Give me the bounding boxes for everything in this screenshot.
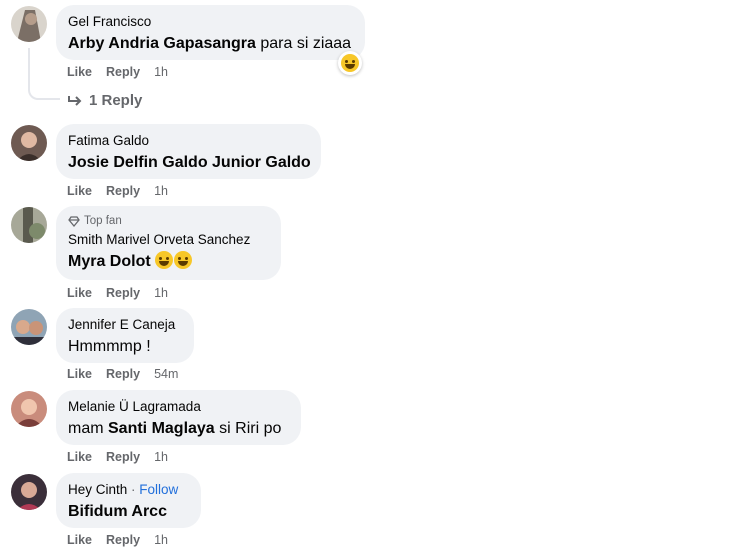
separator-dot: ·: [127, 482, 140, 497]
reply-button[interactable]: Reply: [106, 285, 140, 301]
comment-actions: Like Reply 1h: [67, 449, 168, 465]
like-button[interactable]: Like: [67, 183, 92, 199]
comment-timestamp[interactable]: 1h: [154, 183, 168, 199]
like-button[interactable]: Like: [67, 285, 92, 301]
reply-button[interactable]: Reply: [106, 183, 140, 199]
top-fan-badge[interactable]: Top fan: [68, 214, 269, 228]
like-button[interactable]: Like: [67, 64, 92, 80]
mention-link[interactable]: Santi Maglaya: [108, 420, 215, 437]
comment-text: Bifidum Arcc: [68, 501, 189, 523]
like-button[interactable]: Like: [67, 449, 92, 465]
comment-author[interactable]: Fatima Galdo: [68, 132, 309, 150]
mention-link[interactable]: Bifidum Arcc: [68, 503, 167, 520]
comment-text-rest: si Riri po: [214, 420, 282, 437]
comment-actions: Like Reply 1h: [67, 285, 168, 301]
comment-text: Hmmmmp !: [68, 338, 151, 355]
reply-button[interactable]: Reply: [106, 64, 140, 80]
comment-text: mam Santi Maglaya si Riri po: [68, 418, 289, 440]
avatar[interactable]: [11, 125, 47, 161]
comment-timestamp[interactable]: 1h: [154, 285, 168, 301]
comment-actions: Like Reply 54m: [67, 366, 178, 382]
comment-actions: Like Reply 1h: [67, 532, 168, 548]
comment-author-line: Hey Cinth · Follow: [68, 481, 189, 499]
comment-timestamp[interactable]: 1h: [154, 532, 168, 548]
reply-button[interactable]: Reply: [106, 366, 140, 382]
comment-author[interactable]: Gel Francisco: [68, 13, 353, 31]
reply-arrow-icon: [68, 95, 82, 106]
comment-bubble: Melanie Ü Lagramada mam Santi Maglaya si…: [56, 390, 301, 445]
reply-button[interactable]: Reply: [106, 449, 140, 465]
comment-bubble: Jennifer E Caneja Hmmmmp !: [56, 308, 194, 363]
comment-author[interactable]: Smith Marivel Orveta Sanchez: [68, 231, 269, 249]
comment-timestamp[interactable]: 1h: [154, 64, 168, 80]
avatar[interactable]: [11, 474, 47, 510]
like-button[interactable]: Like: [67, 532, 92, 548]
comment-text-prefix: mam: [68, 420, 108, 437]
comment-text: Josie Delfin Galdo Junior Galdo: [68, 152, 311, 174]
comment-text: Myra Dolot: [68, 251, 269, 273]
comment-actions: Like Reply 1h: [67, 64, 168, 80]
comment-text: Arby Andria Gapasangra para si ziaaa: [68, 33, 353, 55]
comment-author[interactable]: Melanie Ü Lagramada: [68, 398, 289, 416]
comment-bubble: Hey Cinth · Follow Bifidum Arcc: [56, 473, 201, 528]
replies-count: 1 Reply: [89, 92, 143, 109]
comment-author[interactable]: Hey Cinth: [68, 482, 127, 497]
comment-bubble: Fatima Galdo Josie Delfin Galdo Junior G…: [56, 124, 321, 179]
comment-author[interactable]: Jennifer E Caneja: [68, 316, 182, 334]
avatar[interactable]: [11, 391, 47, 427]
comment-actions: Like Reply 1h: [67, 183, 168, 199]
laughing-emoji-icon: [341, 54, 359, 72]
mention-link[interactable]: Myra Dolot: [68, 253, 151, 270]
avatar[interactable]: [11, 6, 47, 42]
reply-button[interactable]: Reply: [106, 532, 140, 548]
diamond-icon: [68, 215, 80, 227]
follow-button[interactable]: Follow: [139, 482, 178, 497]
comment-timestamp[interactable]: 54m: [154, 366, 178, 382]
top-fan-label: Top fan: [84, 215, 122, 227]
comment-bubble: Gel Francisco Arby Andria Gapasangra par…: [56, 5, 365, 60]
comment-bubble: Top fan Smith Marivel Orveta Sanchez Myr…: [56, 206, 281, 280]
comment-timestamp[interactable]: 1h: [154, 449, 168, 465]
avatar[interactable]: [11, 207, 47, 243]
comment-text-rest: para si ziaaa: [255, 35, 352, 52]
mention-link[interactable]: Arby Andria Gapasangra: [68, 35, 256, 52]
mention-link[interactable]: Josie Delfin Galdo Junior Galdo: [68, 154, 311, 171]
thread-connector: [28, 48, 60, 100]
reaction-badge[interactable]: [338, 51, 362, 75]
laughing-emoji-icon: [155, 251, 174, 269]
laughing-emoji-icon: [174, 251, 193, 269]
view-replies-button[interactable]: 1 Reply: [67, 92, 142, 109]
like-button[interactable]: Like: [67, 366, 92, 382]
avatar[interactable]: [11, 309, 47, 345]
